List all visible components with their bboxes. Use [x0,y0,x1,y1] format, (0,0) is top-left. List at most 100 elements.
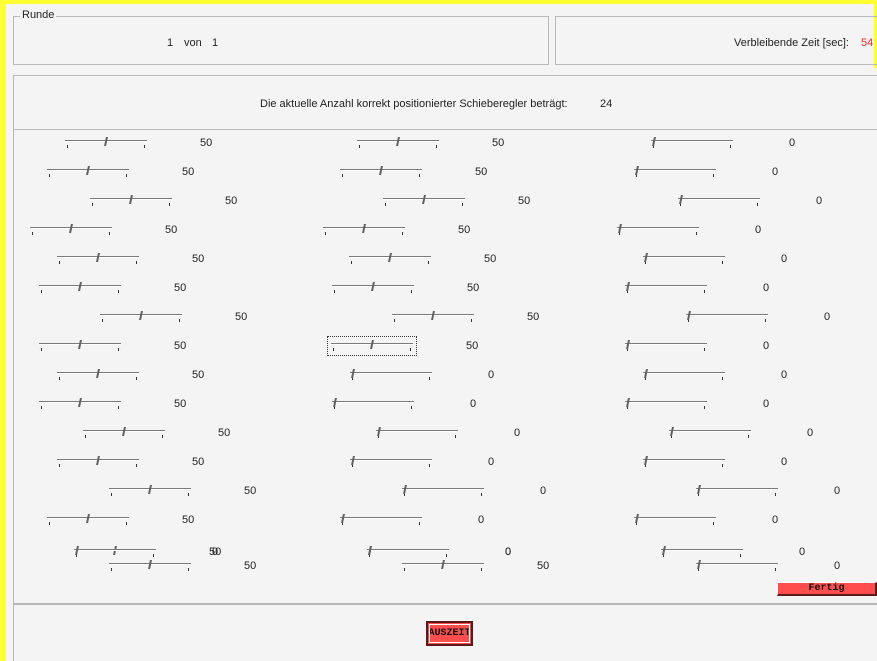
slider-2[interactable] [357,137,439,149]
slider-value-8: 50 [518,195,531,207]
slider-track [669,430,751,432]
slider-tick-max [411,290,412,293]
slider-value-26: 0 [488,369,495,381]
slider-tick-min [92,203,93,206]
slider-track [625,285,707,287]
slider-13[interactable] [57,253,139,265]
slider-7[interactable] [90,195,172,207]
slider-38[interactable] [402,485,484,497]
slider-track [625,401,707,403]
slider-39[interactable] [696,485,778,497]
slider-value-35: 0 [488,456,495,468]
slider-track [643,459,725,461]
slider-track [332,401,414,403]
slider-26[interactable] [350,369,432,381]
slider-tick-max [713,522,714,525]
slider-47[interactable] [402,560,484,572]
auszeit-button[interactable]: AUSZEIT [426,621,473,646]
slider-25[interactable] [57,369,139,381]
slider-track [376,430,458,432]
slider-value-6: 0 [772,166,779,178]
slider-35[interactable] [350,456,432,468]
slider-tick-max [481,568,482,571]
slider-tick-max [126,174,127,177]
slider-49[interactable] [74,546,156,558]
slider-value-17: 50 [467,282,480,294]
slider-value-50: 0 [505,546,512,558]
slider-17[interactable] [332,282,414,294]
slider-tick-max [188,568,189,571]
slider-40[interactable] [47,514,129,526]
slider-track [696,488,778,490]
slider-5[interactable] [340,166,422,178]
slider-45[interactable] [661,546,743,558]
slider-value-39: 0 [834,485,841,497]
slider-42[interactable] [634,514,716,526]
slider-tick-min [41,406,42,409]
slider-34[interactable] [57,456,139,468]
slider-tick-max [446,554,447,557]
slider-12[interactable] [617,224,699,236]
slider-value-21: 0 [824,311,831,323]
slider-20[interactable] [392,311,474,323]
slider-22[interactable] [39,340,121,352]
slider-24[interactable] [625,340,707,352]
slider-value-20: 50 [527,311,540,323]
slider-30[interactable] [625,398,707,410]
slider-tick-max [696,232,697,235]
slider-23[interactable] [327,336,417,356]
slider-10[interactable] [30,224,112,236]
slider-27[interactable] [643,369,725,381]
slider-tick-max [153,554,154,557]
slider-tick-max [757,203,758,206]
slider-1[interactable] [65,137,147,149]
slider-tick-max [402,232,403,235]
slider-value-13: 50 [192,253,205,265]
slider-4[interactable] [47,166,129,178]
slider-19[interactable] [100,311,182,323]
slider-tick-max [722,377,723,380]
slider-29[interactable] [332,398,414,410]
slider-15[interactable] [643,253,725,265]
slider-tick-max [109,232,110,235]
slider-37[interactable] [109,485,191,497]
slider-18[interactable] [625,282,707,294]
slider-tick-max [704,348,705,351]
slider-track [74,549,156,551]
slider-value-40: 50 [182,514,195,526]
slider-tick-max [126,522,127,525]
slider-28[interactable] [39,398,121,410]
slider-value-48: 0 [834,560,841,572]
slider-41[interactable] [340,514,422,526]
slider-tick-max [188,493,189,496]
slider-14[interactable] [349,253,431,265]
slider-33[interactable] [669,427,751,439]
slider-tick-max [118,290,119,293]
slider-50[interactable] [367,546,449,558]
slider-36[interactable] [643,456,725,468]
slider-track [678,198,760,200]
slider-tick-min [67,145,68,148]
slider-value-1: 50 [200,137,213,149]
slider-21[interactable] [686,311,768,323]
slider-tick-max [136,377,137,380]
slider-tick-max [704,406,705,409]
slider-32[interactable] [376,427,458,439]
slider-31[interactable] [83,427,165,439]
slider-tick-max [411,406,412,409]
slider-value-15: 0 [781,253,788,265]
slider-8[interactable] [383,195,465,207]
slider-11[interactable] [323,224,405,236]
slider-tick-min [385,203,386,206]
slider-tick-min [359,145,360,148]
slider-9[interactable] [678,195,760,207]
slider-46[interactable] [109,560,191,572]
slider-value-22: 50 [174,340,187,352]
slider-3[interactable] [651,137,733,149]
slider-6[interactable] [634,166,716,178]
slider-tick-max [428,261,429,264]
fertig-button[interactable]: Fertig [777,582,877,596]
slider-48[interactable] [696,560,778,572]
slider-16[interactable] [39,282,121,294]
slider-track [625,343,707,345]
